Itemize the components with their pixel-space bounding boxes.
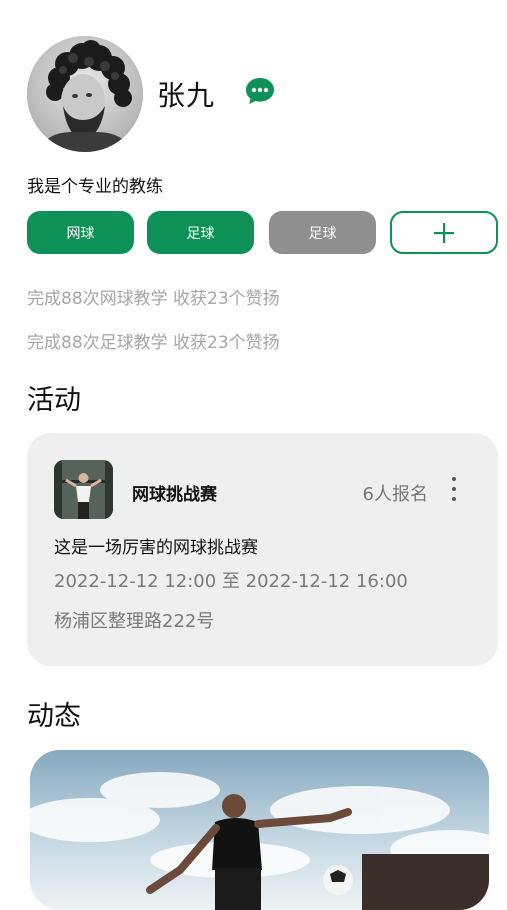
plus-icon: [434, 222, 454, 243]
tag-football-inactive[interactable]: 足球: [269, 211, 376, 254]
tag-tennis[interactable]: 网球: [27, 211, 134, 254]
activity-card[interactable]: 网球挑战赛 6人报名 这是一场厉害的网球挑战赛 2022-12-12 12:00…: [27, 433, 498, 666]
activity-signup-count: 6人报名: [362, 484, 428, 505]
add-tag-button[interactable]: [390, 211, 498, 254]
chat-icon[interactable]: [244, 76, 276, 106]
activity-address: 杨浦区整理路222号: [54, 611, 215, 632]
activity-thumbnail: [54, 460, 113, 519]
stat-tennis: 完成88次网球教学 收获23个赞扬: [27, 289, 280, 309]
feed-section-title: 动态: [27, 701, 81, 732]
activity-time: 2022-12-12 12:00 至 2022-12-12 16:00: [54, 571, 408, 592]
profile-bio: 我是个专业的教练: [27, 177, 163, 197]
avatar[interactable]: [27, 36, 143, 152]
activity-description: 这是一场厉害的网球挑战赛: [54, 538, 258, 558]
tag-football[interactable]: 足球: [147, 211, 254, 254]
activity-title: 网球挑战赛: [132, 485, 217, 505]
avatar-photo: [27, 36, 143, 152]
more-vertical-icon[interactable]: [448, 477, 460, 501]
stat-football: 完成88次足球教学 收获23个赞扬: [27, 333, 280, 353]
profile-name: 张九: [157, 79, 216, 112]
activity-section-title: 活动: [27, 385, 81, 416]
feed-post-image[interactable]: [30, 750, 489, 910]
